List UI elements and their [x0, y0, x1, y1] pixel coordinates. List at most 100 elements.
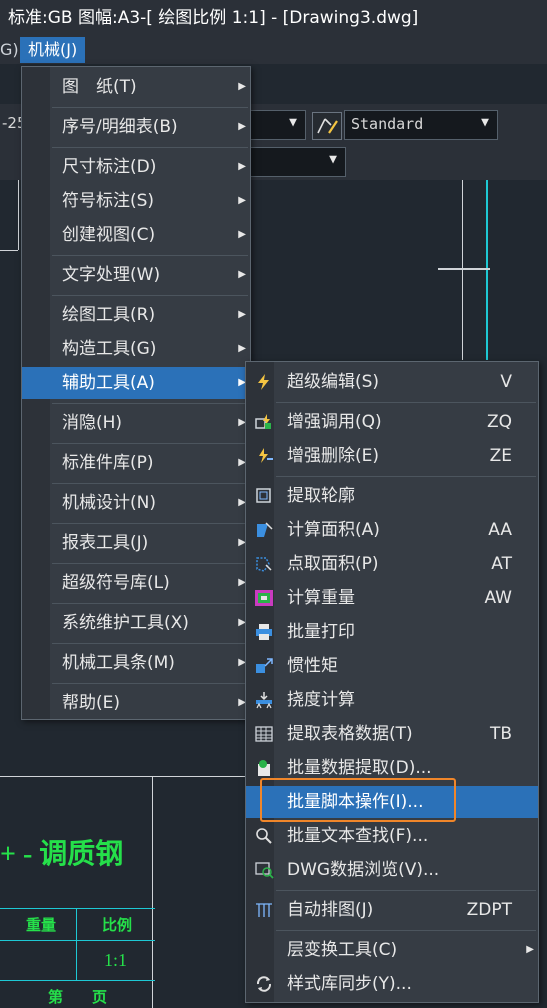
menu-item-drawing[interactable]: 图 纸(T) ▶	[22, 71, 250, 103]
menu-mechanical[interactable]: 机械(J)	[20, 37, 86, 63]
menu-item-label: 机械设计(N)	[62, 493, 156, 513]
sync-icon	[256, 976, 272, 992]
title-block-line	[0, 940, 155, 941]
menu-item-enhanced-call[interactable]: 增强调用(Q) ZQ	[246, 406, 538, 438]
menu-separator	[52, 523, 248, 524]
deflection-icon	[256, 692, 272, 709]
menu-item-sys-maint[interactable]: 系统维护工具(X) ▶	[22, 607, 250, 639]
menu-item-label: 机械工具条(M)	[62, 653, 175, 673]
menu-item-label: 标准件库(P)	[62, 453, 154, 473]
menu-separator	[52, 107, 248, 108]
menu-item-label: 计算面积(A)	[287, 520, 380, 540]
menu-item-label: 绘图工具(R)	[62, 305, 156, 325]
chevron-down-icon[interactable]: ▼	[481, 115, 489, 130]
menu-item-batch-text-search[interactable]: 批量文本查找(F)...	[246, 820, 538, 852]
menu-item-symbol[interactable]: 符号标注(S) ▶	[22, 185, 250, 217]
menu-item-parts-list[interactable]: 序号/明细表(B) ▶	[22, 111, 250, 143]
menu-item-label: 层变换工具(C)	[287, 940, 398, 960]
layer-combo[interactable]: ▼	[246, 110, 306, 140]
menu-item-batch-print[interactable]: 批量打印	[246, 616, 538, 648]
menu-item-construct-tools[interactable]: 构造工具(G) ▶	[22, 333, 250, 365]
data-extract-icon	[258, 760, 270, 776]
enhanced-call-icon	[255, 414, 271, 429]
area-icon	[257, 522, 273, 537]
menu-item-calc-area[interactable]: 计算面积(A) AA	[246, 514, 538, 546]
menu-item-mech-toolbar[interactable]: 机械工具条(M) ▶	[22, 647, 250, 679]
menu-separator	[276, 402, 536, 403]
menu-separator	[52, 483, 248, 484]
table-label-scale: 比例	[102, 918, 133, 934]
menu-bar: G) 机械(J)	[0, 36, 547, 64]
menu-item-text[interactable]: 文字处理(W) ▶	[22, 259, 250, 291]
menu-item-layer-transform[interactable]: 层变换工具(C) ▶	[246, 934, 538, 966]
mechanical-menu: 图 纸(T) ▶ 序号/明细表(B) ▶ 尺寸标注(D) ▶ 符号标注(S) ▶…	[21, 66, 251, 720]
style-combo[interactable]: Standard ▼	[344, 110, 498, 140]
submenu-arrow-icon: ▶	[526, 944, 534, 955]
menu-shortcut: TB	[489, 724, 512, 744]
table-icon	[255, 726, 273, 742]
menu-item-extract-outline[interactable]: 提取轮廓	[246, 480, 538, 512]
menu-separator	[52, 295, 248, 296]
aux-tools-submenu: 超级编辑(S) V 增强调用(Q) ZQ 增强删除(E) ZE 提取轮廓 计算面…	[245, 361, 539, 1003]
menu-item-label: 点取面积(P)	[287, 554, 379, 574]
menu-item-enhanced-delete[interactable]: 增强删除(E) ZE	[246, 440, 538, 472]
menu-item-label: 增强调用(Q)	[287, 412, 382, 432]
lightning-icon	[258, 374, 269, 390]
menu-item-draw-tools[interactable]: 绘图工具(R) ▶	[22, 299, 250, 331]
menu-item-label: DWG数据浏览(V)...	[287, 860, 440, 880]
menu-item-label: 超级符号库(L)	[62, 573, 170, 593]
title-block-line	[0, 980, 155, 981]
submenu-arrow-icon: ▶	[238, 81, 246, 92]
menu-item-style-sync[interactable]: 样式库同步(Y)...	[246, 968, 538, 1000]
menu-item-label: 创建视图(C)	[62, 225, 156, 245]
menu-item-report[interactable]: 报表工具(J) ▶	[22, 527, 250, 559]
menu-item-super-symbol[interactable]: 超级符号库(L) ▶	[22, 567, 250, 599]
window-title: 标准:GB 图幅:A3-[ 绘图比例 1:1] - [Drawing3.dwg]	[8, 8, 419, 28]
chevron-down-icon[interactable]: ▼	[329, 152, 337, 167]
menu-item-label: 自动排图(J)	[287, 900, 374, 920]
menu-item-label: 构造工具(G)	[62, 339, 157, 359]
menu-shortcut: AA	[488, 520, 512, 540]
menu-item-hide[interactable]: 消隐(H) ▶	[22, 407, 250, 439]
menu-separator	[52, 443, 248, 444]
menu-item-auto-layout[interactable]: 自动排图(J) ZDPT	[246, 894, 538, 926]
menu-item-deflection[interactable]: 挠度计算	[246, 684, 538, 716]
menu-item-calc-weight[interactable]: 计算重量 AW	[246, 582, 538, 614]
menu-item-aux-tools[interactable]: 辅助工具(A) ▶	[22, 367, 250, 399]
material-text: + - 调质钢	[0, 839, 124, 870]
menu-item-label: 序号/明细表(B)	[62, 117, 178, 137]
menu-shortcut: AT	[491, 554, 512, 574]
menu-item-label: 惯性矩	[287, 656, 338, 676]
outline-icon	[256, 488, 271, 503]
menu-item-dimension[interactable]: 尺寸标注(D) ▶	[22, 151, 250, 183]
menu-item-label: 消隐(H)	[62, 413, 123, 433]
menu-item-label: 批量文本查找(F)...	[287, 826, 429, 846]
menu-item-help[interactable]: 帮助(E) ▶	[22, 687, 250, 719]
submenu-arrow-icon: ▶	[238, 161, 246, 172]
dimension-style-icon[interactable]	[312, 112, 342, 140]
menu-separator	[52, 403, 248, 404]
chevron-down-icon[interactable]: ▼	[289, 115, 297, 130]
menu-item-pick-area[interactable]: 点取面积(P) AT	[246, 548, 538, 580]
menu-item-label: 批量打印	[287, 622, 355, 642]
menu-item-inertia[interactable]: 惯性矩	[246, 650, 538, 682]
menu-item-label: 帮助(E)	[62, 693, 121, 713]
menu-prev-fragment[interactable]: G)	[0, 36, 19, 64]
menu-item-label: 提取轮廓	[287, 486, 355, 506]
title-block-line	[76, 908, 77, 980]
menu-separator	[276, 930, 536, 931]
menu-item-label: 辅助工具(A)	[62, 373, 155, 393]
menu-item-mech-design[interactable]: 机械设计(N) ▶	[22, 487, 250, 519]
menu-item-super-edit[interactable]: 超级编辑(S) V	[246, 366, 538, 398]
menu-item-extract-table[interactable]: 提取表格数据(T) TB	[246, 718, 538, 750]
menu-item-std-parts[interactable]: 标准件库(P) ▶	[22, 447, 250, 479]
menu-separator	[52, 643, 248, 644]
menu-shortcut: ZE	[489, 446, 512, 466]
focus-highlight-box	[260, 778, 456, 822]
property-combo[interactable]: ▼	[246, 147, 346, 177]
title-block-line	[0, 908, 155, 909]
menu-item-label: 增强删除(E)	[287, 446, 380, 466]
menu-item-dwg-browse[interactable]: DWG数据浏览(V)...	[246, 854, 538, 886]
menu-item-create-view[interactable]: 创建视图(C) ▶	[22, 219, 250, 251]
border-line	[18, 180, 19, 250]
